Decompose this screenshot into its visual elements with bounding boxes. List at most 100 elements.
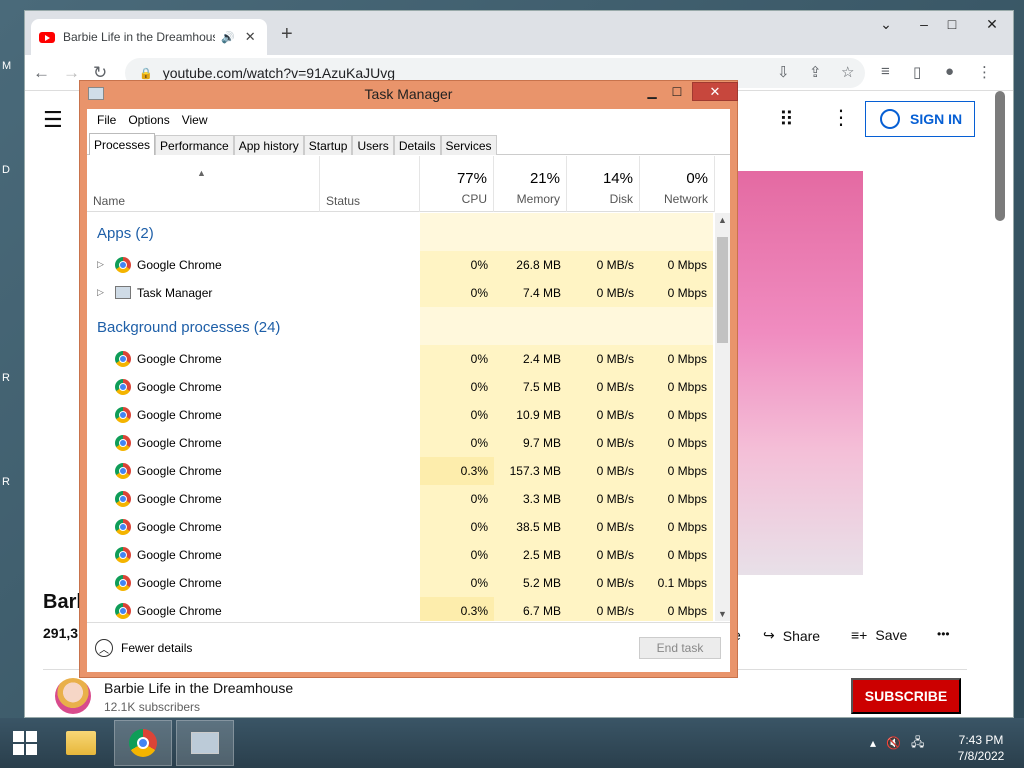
save-button[interactable]: ≡+ Save — [851, 627, 907, 643]
network-cell: 0.1 Mbps — [640, 569, 713, 597]
install-icon[interactable]: ⇩ — [777, 63, 790, 81]
process-row[interactable]: Google Chrome 0.3% 157.3 MB 0 MB/s 0 Mbps — [87, 457, 715, 485]
disk-cell: 0 MB/s — [567, 597, 640, 621]
menu-view[interactable]: View — [176, 113, 214, 127]
tab-performance[interactable]: Performance — [155, 135, 234, 155]
hamburger-menu-icon[interactable]: ☰ — [43, 107, 63, 133]
bookmark-star-icon[interactable]: ☆ — [841, 63, 854, 81]
process-row[interactable]: Google Chrome 0% 10.9 MB 0 MB/s 0 Mbps — [87, 401, 715, 429]
process-row[interactable]: Google Chrome 0% 2.5 MB 0 MB/s 0 Mbps — [87, 541, 715, 569]
process-row[interactable]: Google Chrome 0% 2.4 MB 0 MB/s 0 Mbps — [87, 345, 715, 373]
tm-maximize-button[interactable]: ☐ — [664, 83, 690, 101]
show-hidden-icons[interactable]: ▴ — [870, 736, 876, 750]
end-task-button[interactable]: End task — [639, 637, 721, 659]
process-row[interactable]: Google Chrome 0% 3.3 MB 0 MB/s 0 Mbps — [87, 485, 715, 513]
tab-close-icon[interactable]: ✕ — [245, 29, 256, 45]
save-label: Save — [875, 627, 908, 643]
menu-file[interactable]: File — [91, 113, 122, 127]
process-list: Apps (2) ▷ Google Chrome 0% 26.8 MB 0 MB/s 0 … — [87, 213, 715, 621]
tab-startup[interactable]: Startup — [303, 135, 353, 155]
group-label: Background processes (24) — [97, 319, 281, 336]
column-network[interactable]: 0% Network — [640, 156, 715, 212]
tab-services[interactable]: Services — [440, 135, 497, 155]
process-row[interactable]: Google Chrome 0.3% 6.7 MB 0 MB/s 0 Mbps — [87, 597, 715, 621]
expand-chevron-icon[interactable]: ▷ — [97, 259, 104, 270]
tab-app-history[interactable]: App history — [233, 135, 304, 155]
tab-users[interactable]: Users — [352, 135, 394, 155]
process-row[interactable]: ▷ Task Manager 0% 7.4 MB 0 MB/s 0 Mbps — [87, 279, 715, 307]
cell-spacer — [640, 213, 713, 251]
process-row[interactable]: ▷ Google Chrome 0% 26.8 MB 0 MB/s 0 Mbps — [87, 251, 715, 279]
menu-options[interactable]: Options — [122, 113, 175, 127]
media-control-icon[interactable]: ≡ — [881, 63, 890, 80]
side-panel-icon[interactable]: ▯ — [913, 63, 921, 81]
memory-cell: 7.5 MB — [494, 373, 567, 401]
column-memory[interactable]: 21% Memory — [494, 156, 567, 212]
channel-avatar[interactable] — [55, 678, 91, 714]
tab-strip: Barbie Life in the Dreamhouse 🔊 ✕ + ⌄ – … — [25, 11, 1013, 55]
subscribe-button[interactable]: SUBSCRIBE — [851, 678, 961, 714]
share-button[interactable]: ↪ Share — [763, 627, 820, 644]
volume-muted-icon[interactable]: 🔇 — [886, 736, 901, 750]
share-page-icon[interactable]: ⇪ — [809, 63, 822, 81]
network-cell: 0 Mbps — [640, 457, 713, 485]
speaker-icon[interactable]: 🔊 — [221, 31, 235, 44]
disk-cell: 0 MB/s — [567, 541, 640, 569]
column-name[interactable]: ▲ Name — [87, 156, 320, 212]
tab-details[interactable]: Details — [393, 135, 441, 155]
more-actions-button[interactable]: ••• — [937, 627, 950, 641]
close-window-button[interactable]: ✕ — [977, 13, 1007, 35]
expand-chevron-icon[interactable]: ▷ — [97, 287, 104, 298]
start-button[interactable] — [0, 718, 50, 768]
desktop-icon-label: R — [2, 476, 10, 488]
tm-titlebar[interactable]: Task Manager ▁ ☐ ✕ — [80, 81, 738, 109]
process-row[interactable]: Google Chrome 0% 5.2 MB 0 MB/s 0.1 Mbps — [87, 569, 715, 597]
page-scrollbar[interactable] — [995, 91, 1005, 221]
network-icon[interactable]: 🖧 — [911, 733, 924, 754]
tm-minimize-button[interactable]: ▁ — [640, 83, 664, 101]
channel-name[interactable]: Barbie Life in the Dreamhouse — [104, 680, 293, 696]
clock[interactable]: 7:43 PM 7/8/2022 — [948, 732, 1014, 764]
forward-button[interactable]: → — [63, 63, 80, 83]
scroll-thumb[interactable] — [717, 237, 728, 343]
new-tab-button[interactable]: + — [281, 23, 293, 46]
profile-icon[interactable]: ● — [945, 63, 954, 80]
minimize-button[interactable]: – — [909, 13, 939, 35]
url-text[interactable]: youtube.com/watch?v=91AzuKaJUvg — [163, 65, 395, 81]
back-button[interactable]: ← — [33, 63, 50, 83]
column-disk[interactable]: 14% Disk — [567, 156, 640, 212]
taskbar-task-manager[interactable] — [176, 720, 234, 766]
cpu-cell: 0% — [420, 569, 494, 597]
tm-close-button[interactable]: ✕ — [692, 82, 738, 101]
maximize-button[interactable]: □ — [937, 13, 967, 35]
disk-cell: 0 MB/s — [567, 251, 640, 279]
process-row[interactable]: Google Chrome 0% 38.5 MB 0 MB/s 0 Mbps — [87, 513, 715, 541]
sign-in-button[interactable]: SIGN IN — [865, 101, 975, 137]
group-header-apps[interactable]: Apps (2) — [87, 213, 715, 251]
fewer-details-button[interactable]: ︿ Fewer details — [95, 639, 192, 657]
column-status[interactable]: Status — [320, 156, 420, 212]
column-cpu[interactable]: 77% CPU — [420, 156, 494, 212]
chrome-icon — [115, 463, 131, 479]
tab-processes[interactable]: Processes — [89, 133, 156, 155]
group-header-background[interactable]: Background processes (24) — [87, 307, 715, 345]
apps-grid-icon[interactable]: ⠿ — [779, 107, 794, 132]
video-player[interactable] — [735, 171, 863, 575]
process-list-scrollbar[interactable]: ▲ ▼ — [715, 213, 730, 621]
memory-cell: 9.7 MB — [494, 429, 567, 457]
browser-tab[interactable]: Barbie Life in the Dreamhouse 🔊 ✕ — [31, 19, 267, 55]
group-label: Apps (2) — [97, 225, 154, 242]
cpu-cell: 0.3% — [420, 597, 494, 621]
memory-cell: 26.8 MB — [494, 251, 567, 279]
cell-spacer — [420, 307, 494, 345]
menu-kebab-icon[interactable]: ⋮ — [977, 63, 992, 81]
process-row[interactable]: Google Chrome 0% 7.5 MB 0 MB/s 0 Mbps — [87, 373, 715, 401]
scroll-up-icon[interactable]: ▲ — [718, 215, 727, 225]
settings-kebab-icon[interactable]: ⋮ — [831, 105, 851, 130]
tab-search-icon[interactable]: ⌄ — [871, 13, 901, 35]
scroll-down-icon[interactable]: ▼ — [718, 609, 727, 619]
taskbar-chrome[interactable] — [114, 720, 172, 766]
process-row[interactable]: Google Chrome 0% 9.7 MB 0 MB/s 0 Mbps — [87, 429, 715, 457]
cpu-cell: 0% — [420, 541, 494, 569]
taskbar-file-explorer[interactable] — [52, 720, 110, 766]
